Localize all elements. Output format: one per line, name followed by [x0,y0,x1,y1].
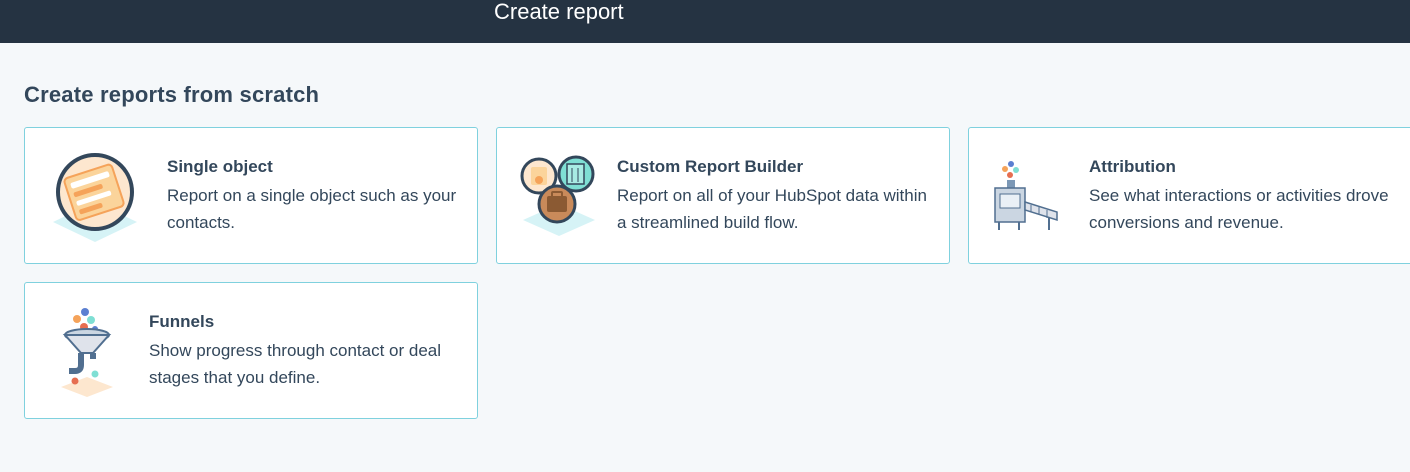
card-description: Report on all of your HubSpot data withi… [617,186,927,232]
card-description: Report on a single object such as your c… [167,186,457,232]
page-title: Create report [494,0,624,24]
card-title: Custom Report Builder [617,157,804,176]
card-title: Single object [167,157,273,176]
custom-report-builder-icon [519,154,599,238]
section-title: Create reports from scratch [24,82,320,107]
card-title: Attribution [1089,157,1176,176]
card-funnels[interactable]: Funnels Show progress through contact or… [24,282,478,419]
card-attribution[interactable]: Attribution See what interactions or act… [968,127,1410,264]
single-object-icon [51,150,139,242]
attribution-icon [989,158,1065,234]
header-bar: Create report [0,0,1410,43]
card-title: Funnels [149,312,215,331]
funnels-icon [55,307,119,397]
card-description: Show progress through contact or deal st… [149,341,442,387]
card-custom-report-builder[interactable]: Custom Report Builder Report on all of y… [496,127,950,264]
card-description: See what interactions or activities drov… [1089,186,1389,232]
card-single-object[interactable]: Single object Report on a single object … [24,127,478,264]
